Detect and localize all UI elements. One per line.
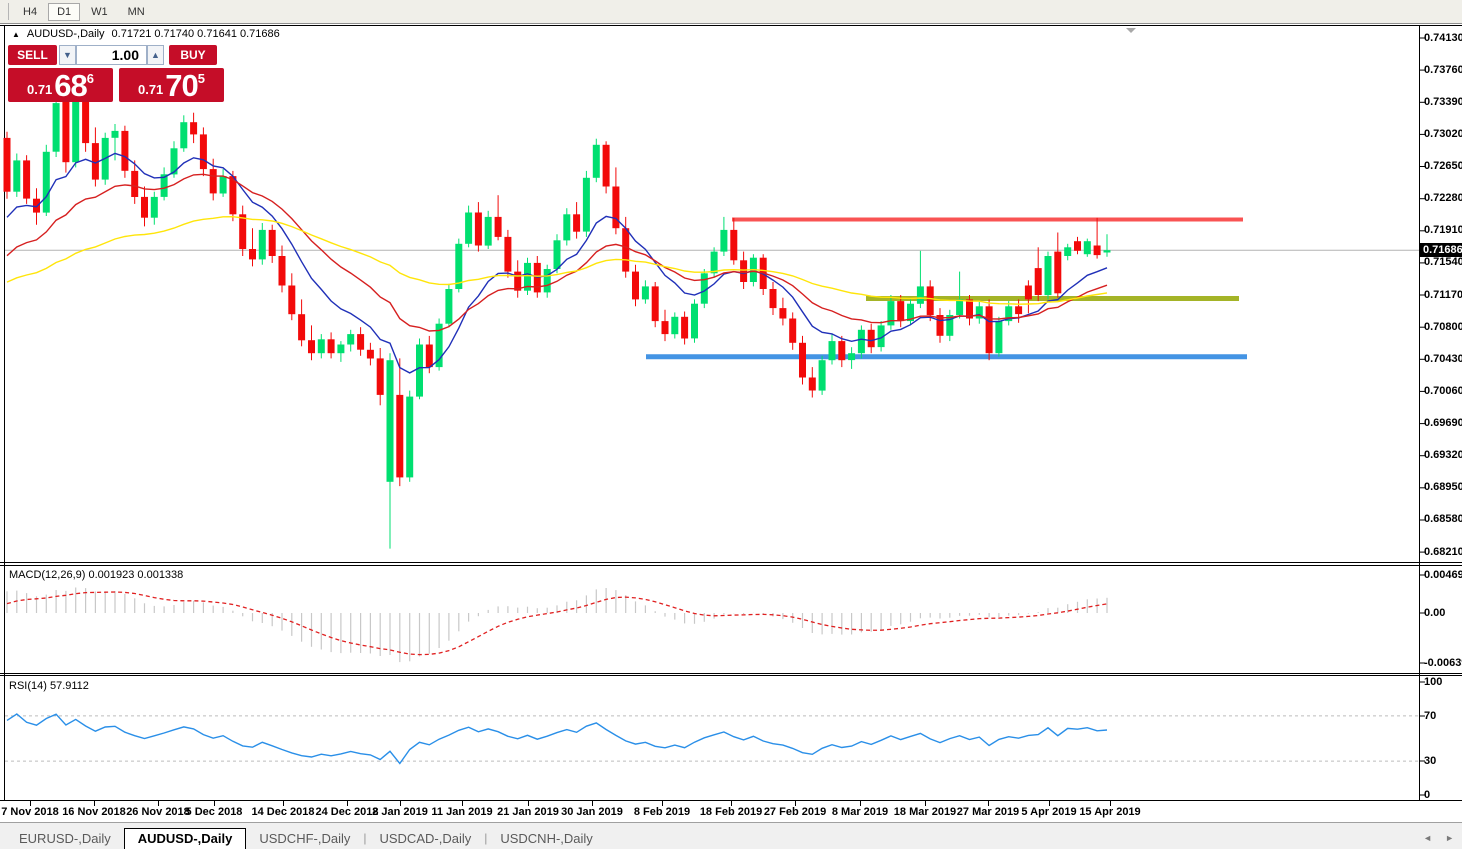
price-axis-label: 0.68580 xyxy=(1424,513,1462,526)
indicator-axis-label: 0.004694 xyxy=(1424,568,1462,581)
tab-usdcnh--daily[interactable]: USDCNH-,Daily xyxy=(487,829,605,849)
buy-price-pip: 5 xyxy=(197,71,206,86)
buy-price-main: 70 xyxy=(165,67,198,103)
price-axis-label: 0.71170 xyxy=(1424,288,1462,301)
price-axis-label: 0.69690 xyxy=(1424,417,1462,430)
current-price-tag: 0.71686 xyxy=(1420,243,1462,257)
timeframe-button-mn[interactable]: MN xyxy=(119,3,154,21)
tab-scroll-right-icon[interactable]: ► xyxy=(1445,833,1454,843)
price-axis-label: 0.73390 xyxy=(1424,95,1462,108)
sell-price-box[interactable]: 0.71 68 6 xyxy=(8,68,113,102)
tab-usdchf--daily[interactable]: USDCHF-,Daily xyxy=(246,829,363,849)
price-axis-label: 0.69320 xyxy=(1424,449,1462,462)
sell-button[interactable]: SELL xyxy=(8,45,57,65)
timeframe-button-w1[interactable]: W1 xyxy=(82,3,117,21)
indicator-axis-label: 70 xyxy=(1424,709,1437,722)
volume-decrease-icon[interactable]: ▼ xyxy=(59,45,76,65)
indicator-axis-label: 0.00 xyxy=(1424,606,1446,619)
timeframe-button-d1[interactable]: D1 xyxy=(48,2,81,21)
price-axis-label: 0.70800 xyxy=(1424,320,1462,333)
buy-button[interactable]: BUY xyxy=(169,45,217,65)
toolbar-separator xyxy=(8,3,9,20)
indicator-axis-label: 100 xyxy=(1424,675,1443,688)
chart-canvas[interactable] xyxy=(0,0,1462,849)
price-axis-label: 0.73760 xyxy=(1424,63,1462,76)
sell-price-main: 68 xyxy=(54,67,87,103)
timeframe-toolbar: H4 D1 W1 MN xyxy=(0,0,1462,24)
indicator-axis-label: 30 xyxy=(1424,754,1437,767)
indicator-axis-label: -0.00639 xyxy=(1424,656,1462,669)
tab-eurusd--daily[interactable]: EURUSD-,Daily xyxy=(6,829,124,849)
indicator-axis-label: 0 xyxy=(1424,788,1431,801)
price-axis-label: 0.73020 xyxy=(1424,127,1462,140)
price-axis-label: 0.71540 xyxy=(1424,256,1462,269)
price-axis-label: 0.71910 xyxy=(1424,224,1462,237)
price-axis-label: 0.74130 xyxy=(1424,31,1462,44)
collapse-panel-icon[interactable]: ▲ xyxy=(12,30,20,39)
rsi-indicator-label: RSI(14) 57.9112 xyxy=(9,680,89,692)
price-axis-label: 0.70060 xyxy=(1424,384,1462,397)
tab-scroll-left-icon[interactable]: ◄ xyxy=(1423,833,1432,843)
macd-indicator-label: MACD(12,26,9) 0.001923 0.001338 xyxy=(9,569,184,581)
sell-price-prefix: 0.71 xyxy=(26,82,53,97)
volume-input[interactable]: 1.00 xyxy=(76,45,147,65)
sell-price-pip: 6 xyxy=(86,71,95,86)
timeframe-button-h4[interactable]: H4 xyxy=(14,3,46,21)
tab-usdcad--daily[interactable]: USDCAD-,Daily xyxy=(366,829,484,849)
date-axis-label: 15 Apr 2019 xyxy=(1079,806,1141,818)
buy-price-box[interactable]: 0.71 70 5 xyxy=(119,68,224,102)
buy-price-prefix: 0.71 xyxy=(137,82,164,97)
price-axis-label: 0.70430 xyxy=(1424,352,1462,365)
symbol-tab-bar: EURUSD-,Daily AUDUSD-,Daily USDCHF-,Daily |… xyxy=(0,822,1462,849)
chart-header: ▲ AUDUSD-,Daily 0.71721 0.71740 0.71641 … xyxy=(12,28,280,40)
tab-audusd--daily[interactable]: AUDUSD-,Daily xyxy=(123,828,247,849)
price-axis-label: 0.68210 xyxy=(1424,545,1462,558)
volume-increase-icon[interactable]: ▲ xyxy=(147,45,164,65)
ohlc-values: 0.71721 0.71740 0.71641 0.71686 xyxy=(111,28,280,40)
price-axis-label: 0.72650 xyxy=(1424,160,1462,173)
price-axis-label: 0.68950 xyxy=(1424,481,1462,494)
one-click-trade-panel: SELL ▼ 1.00 ▲ BUY 0.71 68 6 0.71 70 5 xyxy=(8,45,224,102)
symbol-title: AUDUSD-,Daily xyxy=(26,28,105,40)
price-axis-label: 0.72280 xyxy=(1424,192,1462,205)
